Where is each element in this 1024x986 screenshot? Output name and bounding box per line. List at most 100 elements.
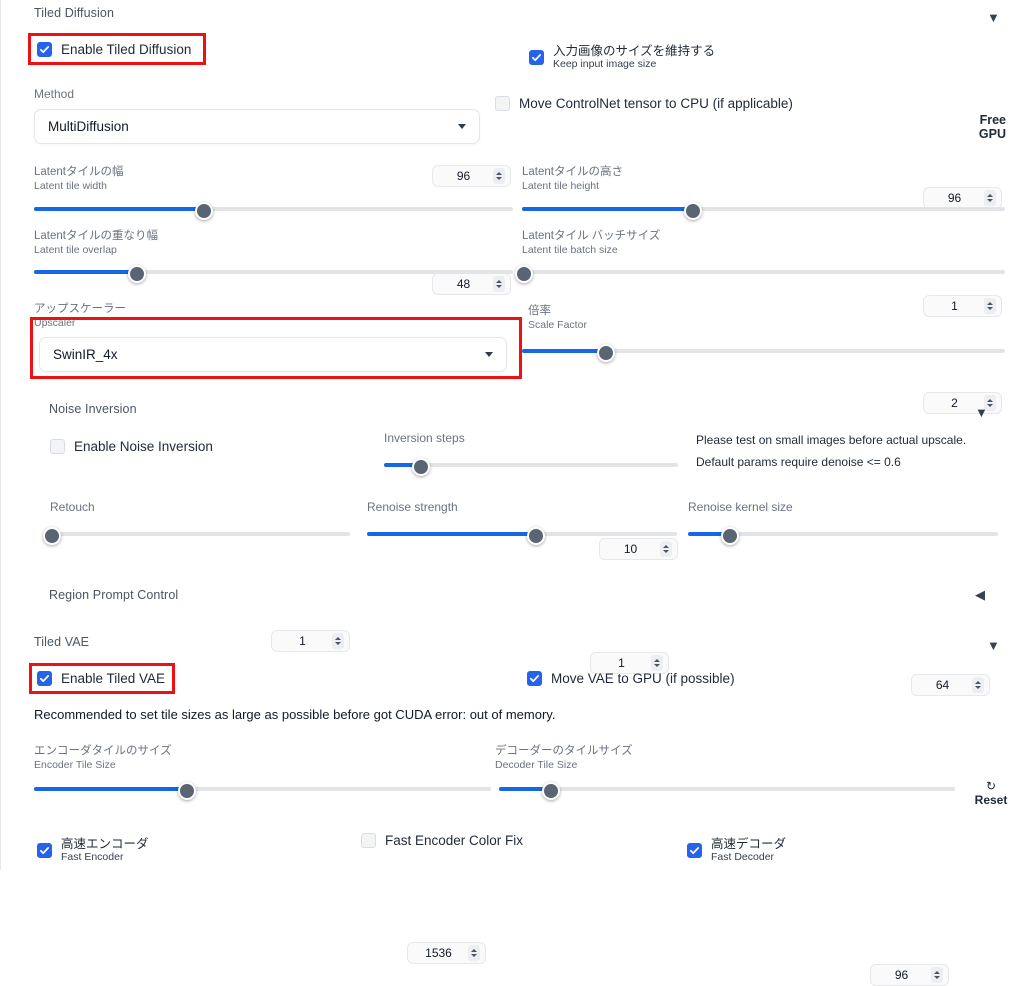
slider-thumb[interactable] <box>127 265 146 283</box>
section-title-region-prompt-control: Region Prompt Control <box>49 588 179 602</box>
slider-track <box>522 270 1005 274</box>
slider-thumb[interactable] <box>515 265 533 283</box>
free-gpu-button[interactable]: Free GPU <box>931 113 1006 141</box>
slider-track <box>50 532 350 536</box>
inversion-steps-label: Inversion steps <box>384 431 465 445</box>
slider-thumb[interactable] <box>177 782 196 800</box>
scale-factor-input[interactable]: 2 <box>923 392 1002 414</box>
chevron-down-icon-tiled-diffusion[interactable] <box>987 11 1000 24</box>
upscaler-label: アップスケーラー Upscaler <box>34 303 126 329</box>
checkbox-box[interactable] <box>687 842 702 858</box>
scale-factor-value: 2 <box>951 396 958 410</box>
decoder-tile-size-input[interactable]: 96 <box>870 964 949 986</box>
stepper-retouch[interactable] <box>332 633 344 649</box>
latent-tile-height-label: Latentタイルの高さ Latent tile height <box>522 166 623 192</box>
fast-decoder-checkbox[interactable]: 高速デコーダ Fast Decoder <box>687 837 786 863</box>
stepper-renoise-strength[interactable] <box>651 655 663 671</box>
latent-tile-batch-size-slider[interactable] <box>515 265 1005 283</box>
chevron-down-icon-upscaler[interactable] <box>485 352 493 357</box>
checkbox-box[interactable] <box>37 671 52 687</box>
slider-thumb[interactable] <box>721 527 740 545</box>
fast-encoder-checkbox[interactable]: 高速エンコーダ Fast Encoder <box>37 837 149 863</box>
enable-tiled-vae-label: Enable Tiled VAE <box>61 671 166 686</box>
enable-noise-inversion-checkbox[interactable]: Enable Noise Inversion <box>50 439 213 455</box>
decoder-tile-size-value: 96 <box>894 968 909 982</box>
slider-thumb[interactable] <box>527 527 546 545</box>
stepper-inversion-steps[interactable] <box>660 541 672 557</box>
upscaler-dropdown[interactable]: SwinIR_4x <box>39 337 507 372</box>
retouch-slider[interactable] <box>43 527 350 545</box>
free-gpu-line1: Free <box>979 113 1006 127</box>
move-vae-to-gpu-checkbox[interactable]: Move VAE to GPU (if possible) <box>527 671 735 687</box>
inversion-steps-slider[interactable] <box>384 458 678 476</box>
slider-thumb[interactable] <box>43 527 61 545</box>
enable-noise-inversion-label: Enable Noise Inversion <box>74 439 213 454</box>
chevron-left-icon-region-prompt-control[interactable] <box>975 588 985 601</box>
reset-button[interactable]: ↻ Reset <box>961 779 1021 808</box>
method-label: Method <box>34 87 75 101</box>
keep-input-image-size-checkbox[interactable]: 入力画像のサイズを維持する Keep input image size <box>529 44 715 70</box>
inversion-steps-value: 10 <box>623 542 638 556</box>
keep-input-image-size-label: 入力画像のサイズを維持する Keep input image size <box>553 44 716 71</box>
latent-tile-width-value: 96 <box>456 169 471 183</box>
slider-thumb[interactable] <box>194 202 213 220</box>
method-dropdown-value: MultiDiffusion <box>48 119 129 134</box>
move-controlnet-tensor-checkbox[interactable]: Move ControlNet tensor to CPU (if applic… <box>495 96 793 112</box>
renoise-kernel-size-slider[interactable] <box>688 527 998 545</box>
renoise-kernel-size-label: Renoise kernel size <box>688 500 793 514</box>
fast-encoder-label: 高速エンコーダ Fast Encoder <box>61 837 149 864</box>
latent-tile-overlap-slider[interactable] <box>34 265 513 283</box>
slider-fill <box>522 207 692 211</box>
renoise-kernel-size-input[interactable]: 64 <box>911 674 990 696</box>
retouch-label: Retouch <box>50 500 95 514</box>
stepper-latent-tile-width[interactable] <box>493 168 505 184</box>
slider-fill <box>367 532 535 536</box>
section-title-noise-inversion: Noise Inversion <box>49 402 137 416</box>
latent-tile-batch-size-input[interactable]: 1 <box>923 295 1002 317</box>
slider-thumb[interactable] <box>684 202 703 220</box>
encoder-tile-size-input[interactable]: 1536 <box>407 942 486 964</box>
chevron-down-icon-noise-inversion[interactable] <box>975 406 988 419</box>
encoder-tile-size-slider[interactable] <box>34 782 491 800</box>
checkbox-box[interactable] <box>361 833 376 849</box>
checkbox-box[interactable] <box>37 42 52 58</box>
inversion-steps-input[interactable]: 10 <box>599 538 678 560</box>
retouch-input[interactable]: 1 <box>271 630 350 652</box>
slider-thumb[interactable] <box>412 458 431 476</box>
checkbox-box[interactable] <box>529 49 544 65</box>
enable-tiled-diffusion-label: Enable Tiled Diffusion <box>61 42 192 57</box>
tiled-vae-recommendation: Recommended to set tile sizes as large a… <box>34 707 556 722</box>
checkbox-box[interactable] <box>50 439 65 455</box>
fast-decoder-label: 高速デコーダ Fast Decoder <box>711 837 787 864</box>
slider-fill <box>34 270 135 274</box>
fast-encoder-color-fix-checkbox[interactable]: Fast Encoder Color Fix <box>361 833 523 849</box>
section-title-tiled-vae: Tiled VAE <box>34 635 90 649</box>
tiled-diffusion-panel: Tiled Diffusion Enable Tiled Diffusion 入… <box>0 0 1024 986</box>
chevron-down-icon-tiled-vae[interactable] <box>987 639 1000 652</box>
decoder-tile-size-label: デコーダーのタイルサイズ Decoder Tile Size <box>495 745 633 771</box>
slider-track <box>499 787 955 791</box>
renoise-strength-slider[interactable] <box>367 527 677 545</box>
latent-tile-batch-size-label: Latentタイル バッチサイズ Latent tile batch size <box>522 230 661 256</box>
checkbox-box[interactable] <box>527 671 542 687</box>
stepper-renoise-kernel-size[interactable] <box>972 677 984 693</box>
stepper-encoder-tile-size[interactable] <box>468 945 480 961</box>
checkbox-box[interactable] <box>37 842 52 858</box>
scale-factor-slider[interactable] <box>522 344 1005 362</box>
latent-tile-width-input[interactable]: 96 <box>432 165 511 187</box>
enable-tiled-vae-checkbox[interactable]: Enable Tiled VAE <box>37 671 165 687</box>
enable-tiled-diffusion-checkbox[interactable]: Enable Tiled Diffusion <box>37 42 191 58</box>
method-dropdown[interactable]: MultiDiffusion <box>34 109 480 144</box>
refresh-icon: ↻ <box>985 779 997 793</box>
chevron-down-icon-method[interactable] <box>458 124 466 129</box>
checkbox-box[interactable] <box>495 96 510 112</box>
slider-fill <box>34 787 185 791</box>
stepper-decoder-tile-size[interactable] <box>931 967 943 983</box>
stepper-latent-tile-batch-size[interactable] <box>984 298 996 314</box>
latent-tile-width-slider[interactable] <box>34 202 513 220</box>
renoise-strength-value: 1 <box>618 656 625 670</box>
decoder-tile-size-slider[interactable] <box>499 782 955 800</box>
slider-thumb[interactable] <box>597 344 616 362</box>
latent-tile-height-slider[interactable] <box>522 202 1005 220</box>
slider-thumb[interactable] <box>542 782 561 800</box>
